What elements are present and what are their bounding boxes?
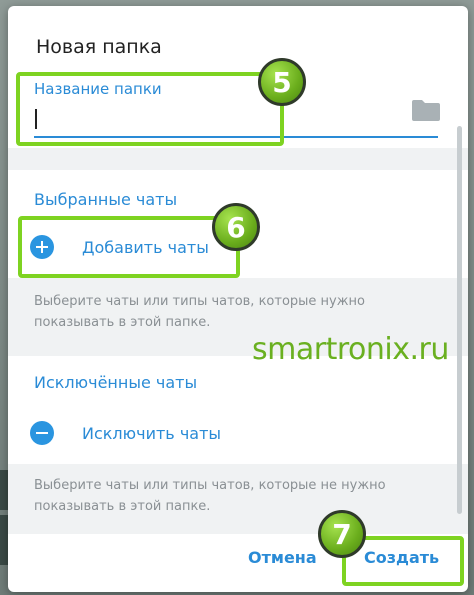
- scrollbar[interactable]: [457, 126, 462, 514]
- excluded-chats-header: Исключённые чаты: [34, 373, 198, 392]
- folder-icon[interactable]: [410, 98, 442, 122]
- section-divider: [8, 148, 468, 170]
- included-chats-header: Выбранные чаты: [34, 190, 178, 209]
- dialog-title: Новая папка: [36, 36, 162, 58]
- excluded-hint-text: Выберите чаты или типы чатов, которые не…: [34, 478, 386, 514]
- highlight-box-step-5: [16, 72, 284, 146]
- backdrop-strip: [0, 515, 8, 565]
- minus-circle-icon: [30, 421, 54, 445]
- step-badge-5: 5: [258, 58, 306, 106]
- step-badge-7: 7: [318, 510, 366, 558]
- included-hint-text: Выберите чаты или типы чатов, которые ну…: [34, 294, 365, 330]
- backdrop-strip: [0, 470, 8, 510]
- highlight-box-step-6: [18, 216, 240, 278]
- exclude-chats-button[interactable]: Исключить чаты: [30, 416, 221, 450]
- step-badge-6: 6: [212, 203, 260, 251]
- cancel-button[interactable]: Отмена: [248, 548, 317, 567]
- exclude-chats-label: Исключить чаты: [82, 423, 222, 443]
- watermark-text: smartronix.ru: [252, 332, 449, 367]
